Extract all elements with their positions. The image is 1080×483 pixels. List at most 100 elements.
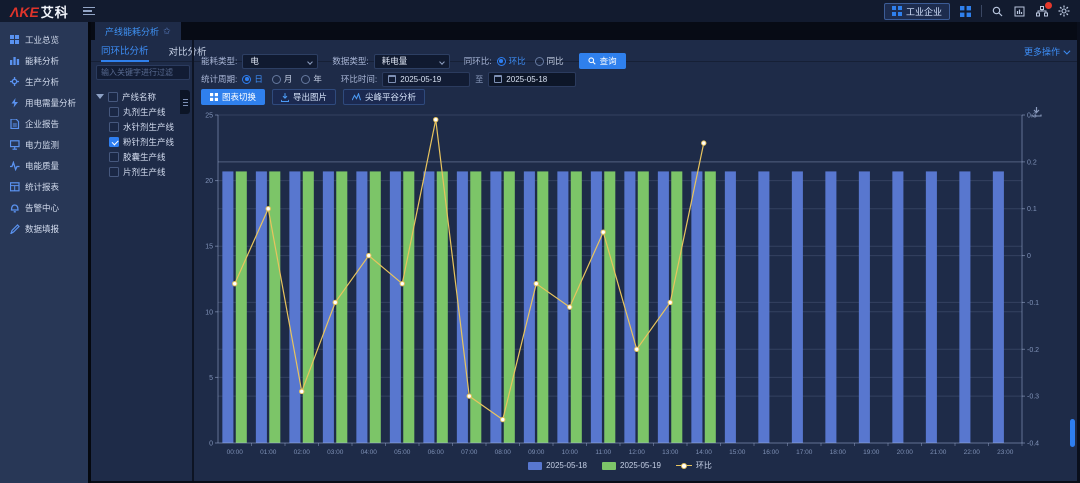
sidebar-item-4[interactable]: 企业报告	[0, 113, 88, 134]
bar-2025-05-19-13:00[interactable]	[671, 171, 682, 443]
bar-2025-05-18-22:00[interactable]	[959, 171, 970, 443]
bar-2025-05-18-02:00[interactable]	[289, 171, 300, 443]
bar-2025-05-18-15:00[interactable]	[725, 171, 736, 443]
tree-collapse-handle[interactable]	[180, 90, 190, 114]
subtab-ring-ratio-analysis[interactable]: 同环比分析	[101, 40, 149, 62]
line-point[interactable]	[635, 347, 639, 351]
line-point[interactable]	[467, 394, 471, 398]
workspace-button[interactable]: 工业企业	[884, 3, 950, 20]
bar-2025-05-18-06:00[interactable]	[423, 171, 434, 443]
bar-2025-05-18-09:00[interactable]	[524, 171, 535, 443]
line-point[interactable]	[333, 300, 337, 304]
sidebar-item-5[interactable]: 电力监测	[0, 134, 88, 155]
tree-search-input[interactable]	[96, 65, 190, 80]
menu-toggle-icon[interactable]	[83, 7, 95, 16]
tree-item-checkbox[interactable]	[109, 137, 119, 147]
bar-2025-05-18-12:00[interactable]	[624, 171, 635, 443]
sidebar-item-3[interactable]: 用电需量分析	[0, 92, 88, 113]
tree-item-checkbox[interactable]	[109, 167, 119, 177]
bar-2025-05-19-02:00[interactable]	[303, 171, 314, 443]
sidebar-item-9[interactable]: 数据填报	[0, 218, 88, 239]
bar-2025-05-19-08:00[interactable]	[504, 171, 515, 443]
bar-2025-05-18-04:00[interactable]	[356, 171, 367, 443]
legend-item-2025-05-19[interactable]: 2025-05-19	[602, 460, 661, 471]
line-point[interactable]	[568, 305, 572, 309]
scrollbar-thumb[interactable]	[1070, 419, 1075, 447]
bar-2025-05-19-07:00[interactable]	[470, 171, 481, 443]
bar-2025-05-19-01:00[interactable]	[269, 171, 280, 443]
tree-item-4[interactable]: 片剂生产线	[109, 164, 192, 179]
query-button[interactable]: 查询	[579, 53, 626, 69]
bar-2025-05-18-03:00[interactable]	[323, 171, 334, 443]
tree-item-checkbox[interactable]	[109, 152, 119, 162]
bar-2025-05-19-05:00[interactable]	[403, 171, 414, 443]
bar-2025-05-18-23:00[interactable]	[993, 171, 1004, 443]
bar-2025-05-19-06:00[interactable]	[437, 171, 448, 443]
line-point[interactable]	[367, 253, 371, 257]
chart-canvas[interactable]: 0510152025-0.4-0.3-0.2-0.100.10.20.300:0…	[200, 98, 1080, 476]
radio-period-day[interactable]: 日	[242, 73, 263, 85]
bar-2025-05-19-03:00[interactable]	[336, 171, 347, 443]
report-icon[interactable]	[1013, 5, 1026, 18]
energy-type-select[interactable]: 电	[242, 54, 318, 69]
bar-2025-05-19-04:00[interactable]	[370, 171, 381, 443]
radio-ring-ratio[interactable]: 环比	[497, 55, 526, 67]
radio-period-year[interactable]: 年	[301, 73, 322, 85]
bar-2025-05-18-14:00[interactable]	[691, 171, 702, 443]
bar-2025-05-18-18:00[interactable]	[825, 171, 836, 443]
tree-item-1[interactable]: 水针剂生产线	[109, 119, 192, 134]
legend-item-环比[interactable]: 环比	[676, 460, 712, 471]
line-point[interactable]	[601, 230, 605, 234]
bar-2025-05-18-01:00[interactable]	[256, 171, 267, 443]
tree-item-checkbox[interactable]	[109, 107, 119, 117]
apps-grid-icon[interactable]	[959, 5, 972, 18]
bar-2025-05-18-16:00[interactable]	[758, 171, 769, 443]
legend-item-2025-05-18[interactable]: 2025-05-18	[528, 460, 587, 471]
tree-item-checkbox[interactable]	[109, 122, 119, 132]
sidebar-item-8[interactable]: 告警中心	[0, 197, 88, 218]
line-point[interactable]	[434, 117, 438, 121]
line-point[interactable]	[400, 281, 404, 285]
org-icon[interactable]	[1035, 5, 1048, 18]
bar-2025-05-18-11:00[interactable]	[591, 171, 602, 443]
line-point[interactable]	[501, 417, 505, 421]
line-point[interactable]	[668, 300, 672, 304]
tab-production-line-energy[interactable]: 产线能耗分析 ✩	[95, 22, 181, 40]
sidebar-item-6[interactable]: 电能质量	[0, 155, 88, 176]
bar-2025-05-18-20:00[interactable]	[892, 171, 903, 443]
bar-2025-05-18-21:00[interactable]	[926, 171, 937, 443]
favorite-star-icon[interactable]: ✩	[163, 26, 171, 37]
date-start-input[interactable]: 2025-05-19	[382, 72, 470, 87]
bar-2025-05-18-17:00[interactable]	[792, 171, 803, 443]
line-point[interactable]	[534, 281, 538, 285]
sidebar-item-0[interactable]: 工业总览	[0, 29, 88, 50]
line-point[interactable]	[233, 281, 237, 285]
tree-item-3[interactable]: 胶囊生产线	[109, 149, 192, 164]
sidebar-item-2[interactable]: 生产分析	[0, 71, 88, 92]
bar-2025-05-19-09:00[interactable]	[537, 171, 548, 443]
date-end-input[interactable]: 2025-05-18	[488, 72, 576, 87]
search-icon[interactable]	[991, 5, 1004, 18]
radio-year-ratio[interactable]: 同比	[535, 55, 564, 67]
line-point[interactable]	[266, 207, 270, 211]
sidebar-item-1[interactable]: 能耗分析	[0, 50, 88, 71]
bar-2025-05-18-19:00[interactable]	[859, 171, 870, 443]
bar-2025-05-19-14:00[interactable]	[705, 171, 716, 443]
radio-period-month[interactable]: 月	[272, 73, 293, 85]
tree-expand-caret-icon[interactable]	[96, 94, 104, 99]
bar-2025-05-19-12:00[interactable]	[638, 171, 649, 443]
tree-item-2[interactable]: 粉针剂生产线	[109, 134, 192, 149]
bar-2025-05-19-11:00[interactable]	[604, 171, 615, 443]
bar-2025-05-19-00:00[interactable]	[236, 171, 247, 443]
sidebar-item-7[interactable]: 统计报表	[0, 176, 88, 197]
tree-root-checkbox[interactable]	[108, 92, 118, 102]
gear-icon[interactable]	[1057, 5, 1070, 18]
bar-2025-05-18-00:00[interactable]	[222, 171, 233, 443]
line-point[interactable]	[702, 141, 706, 145]
line-point[interactable]	[300, 389, 304, 393]
bar-2025-05-18-05:00[interactable]	[390, 171, 401, 443]
tree-root-row[interactable]: 产线名称	[96, 89, 192, 104]
bar-2025-05-18-08:00[interactable]	[490, 171, 501, 443]
data-type-select[interactable]: 耗电量	[374, 54, 450, 69]
bar-2025-05-18-10:00[interactable]	[557, 171, 568, 443]
